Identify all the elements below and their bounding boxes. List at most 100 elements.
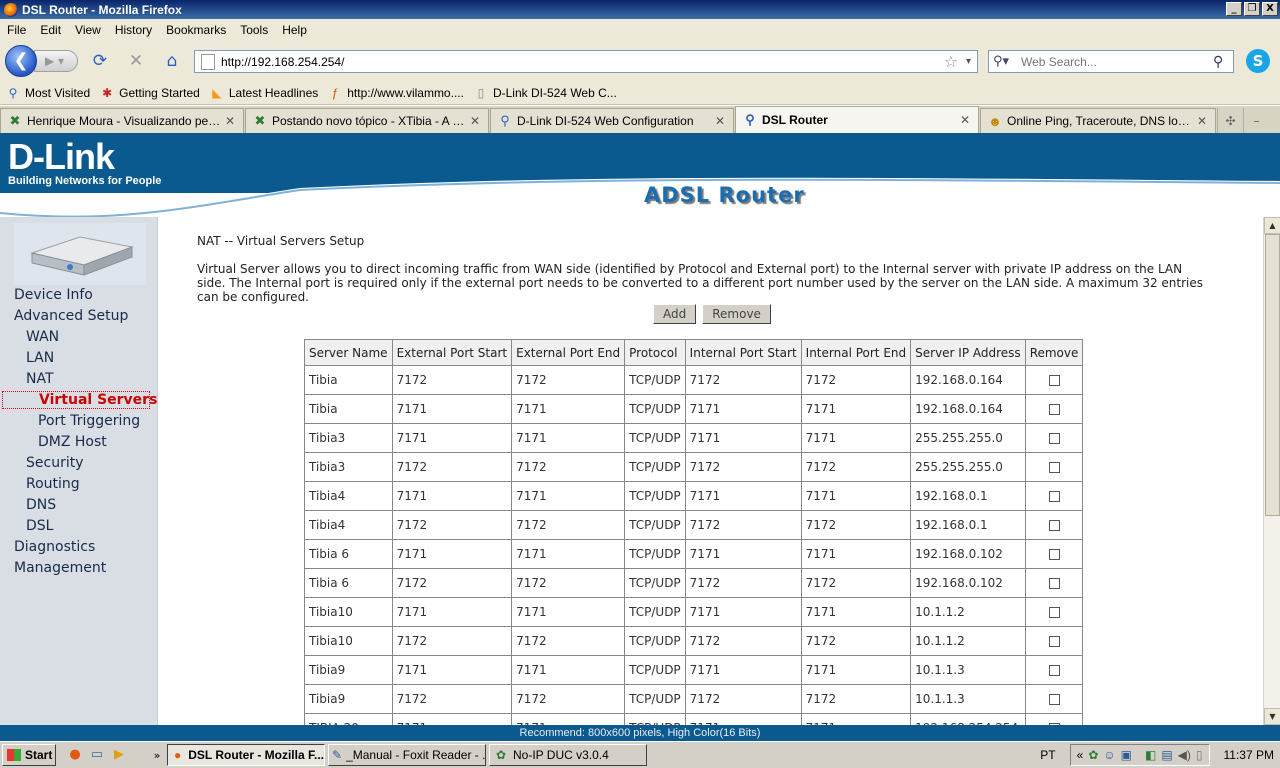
- quicklaunch-more-icon[interactable]: »: [150, 749, 164, 762]
- tray-misc-icon[interactable]: ▯: [1196, 748, 1203, 762]
- cell-external-port-end: 7172: [511, 510, 626, 540]
- tab-dsl-router[interactable]: ⚲ DSL Router ✕: [735, 106, 979, 133]
- remove-checkbox[interactable]: [1048, 520, 1060, 531]
- close-tab-icon[interactable]: ✕: [713, 114, 727, 128]
- remove-checkbox[interactable]: [1048, 607, 1060, 618]
- sidebar-item-port-triggering[interactable]: Port Triggering: [38, 413, 140, 429]
- sidebar-item-nat[interactable]: NAT: [26, 371, 54, 387]
- menu-tools[interactable]: Tools: [233, 23, 275, 37]
- stop-icon[interactable]: ✕: [126, 51, 146, 71]
- url-input[interactable]: [221, 54, 944, 69]
- remove-checkbox[interactable]: [1048, 404, 1060, 415]
- remove-checkbox[interactable]: [1048, 694, 1060, 705]
- maximize-button[interactable]: ❐: [1244, 2, 1260, 16]
- sidebar-item-management[interactable]: Management: [14, 560, 106, 576]
- scroll-thumb[interactable]: [1265, 234, 1280, 516]
- remove-checkbox[interactable]: [1048, 549, 1060, 560]
- menu-edit[interactable]: Edit: [33, 23, 68, 37]
- scroll-up-icon[interactable]: ▲: [1264, 217, 1280, 234]
- cell-remove: [1024, 626, 1084, 656]
- media-player-icon[interactable]: ▶: [110, 746, 128, 764]
- search-engine-icon[interactable]: ⚲▾: [989, 54, 1021, 69]
- menu-help[interactable]: Help: [275, 23, 314, 37]
- reload-icon[interactable]: ⟳: [90, 51, 110, 71]
- remove-checkbox[interactable]: [1048, 433, 1060, 444]
- remove-checkbox[interactable]: [1048, 578, 1060, 589]
- start-button[interactable]: Start: [2, 744, 56, 766]
- close-tab-icon[interactable]: ✕: [958, 113, 972, 127]
- sidebar-item-lan[interactable]: LAN: [26, 350, 54, 366]
- menu-history[interactable]: History: [108, 23, 159, 37]
- cell-external-port-start: 7171: [391, 655, 513, 685]
- sidebar-item-security[interactable]: Security: [26, 455, 84, 471]
- bookmark-getting-started[interactable]: ✱ Getting Started: [100, 86, 200, 100]
- language-indicator[interactable]: PT: [1040, 748, 1055, 762]
- back-button[interactable]: ❮: [5, 45, 37, 77]
- search-bar[interactable]: ⚲▾ ⚲: [988, 50, 1234, 73]
- bookmark-most-visited[interactable]: ⚲ Most Visited: [6, 86, 91, 100]
- noip-icon: ✿: [495, 748, 507, 762]
- scroll-down-icon[interactable]: ▼: [1264, 708, 1280, 725]
- sidebar-item-dns[interactable]: DNS: [26, 497, 56, 513]
- tab-henrique-moura[interactable]: ✖ Henrique Moura - Visualizando perfil -…: [0, 108, 244, 133]
- tray-security-icon[interactable]: ◧: [1145, 748, 1156, 762]
- firefox-quicklaunch-icon[interactable]: ●: [66, 746, 84, 764]
- main-content: NAT -- Virtual Servers Setup Virtual Ser…: [197, 234, 1257, 725]
- menu-view[interactable]: View: [68, 23, 108, 37]
- list-tabs-button[interactable]: ✣: [1217, 108, 1243, 133]
- tab-postando-topico[interactable]: ✖ Postando novo tópico - XTibia - A sua …: [245, 108, 489, 133]
- tab-online-ping[interactable]: ☻ Online Ping, Traceroute, DNS lookup, .…: [980, 108, 1216, 133]
- tray-volume-icon[interactable]: ◀): [1178, 748, 1191, 762]
- tray-network-icon[interactable]: ▣: [1121, 748, 1132, 762]
- close-tab-icon[interactable]: ✕: [468, 114, 482, 128]
- page-viewport: D-Link Building Networks for People ADSL…: [0, 133, 1280, 725]
- sidebar-item-diagnostics[interactable]: Diagnostics: [14, 539, 95, 555]
- bookmark-dlink-config[interactable]: ▯ D-Link DI-524 Web C...: [474, 86, 617, 100]
- cell-server-ip: 192.168.0.164: [910, 394, 1026, 424]
- menu-file[interactable]: File: [0, 23, 33, 37]
- remove-checkbox[interactable]: [1048, 462, 1060, 473]
- show-desktop-icon[interactable]: ▭: [88, 746, 106, 764]
- search-go-icon[interactable]: ⚲: [1213, 54, 1233, 70]
- sidebar-item-dmz-host[interactable]: DMZ Host: [38, 434, 107, 450]
- cell-protocol: TCP/UDP: [624, 423, 686, 453]
- task-noip-duc[interactable]: ✿ No-IP DUC v3.0.4: [489, 744, 647, 766]
- url-dropdown-icon[interactable]: ▾: [966, 56, 971, 67]
- skype-icon[interactable]: S: [1246, 49, 1270, 73]
- menu-bookmarks[interactable]: Bookmarks: [159, 23, 233, 37]
- close-tab-icon[interactable]: ✕: [1195, 114, 1209, 128]
- home-icon[interactable]: ⌂: [162, 51, 182, 71]
- close-button[interactable]: X: [1262, 2, 1278, 16]
- remove-checkbox[interactable]: [1048, 636, 1060, 647]
- sidebar-item-virtual-servers[interactable]: Virtual Servers: [2, 391, 157, 409]
- tray-expand-icon[interactable]: «: [1077, 748, 1084, 762]
- star-icon[interactable]: ☆: [944, 52, 958, 71]
- sidebar-item-routing[interactable]: Routing: [26, 476, 80, 492]
- forward-button[interactable]: ▶ ▾: [34, 50, 78, 72]
- search-input[interactable]: [1021, 54, 1213, 69]
- close-tab-icon[interactable]: ✕: [223, 114, 237, 128]
- cell-external-port-start: 7172: [391, 568, 513, 598]
- tab-dlink-config[interactable]: ⚲ D-Link DI-524 Web Configuration ✕: [490, 108, 734, 133]
- sidebar-item-advanced-setup[interactable]: Advanced Setup: [14, 308, 128, 324]
- remove-checkbox[interactable]: [1048, 375, 1060, 386]
- sidebar-item-device-info[interactable]: Device Info: [14, 287, 93, 303]
- tray-lan-icon[interactable]: ▤: [1161, 748, 1172, 762]
- remove-checkbox[interactable]: [1048, 665, 1060, 676]
- bookmark-latest-headlines[interactable]: ◣ Latest Headlines: [210, 86, 318, 100]
- cell-server-name: Tibia: [304, 394, 393, 424]
- sidebar-item-dsl[interactable]: DSL: [26, 518, 53, 534]
- minimize-button[interactable]: _: [1226, 2, 1242, 16]
- remove-button[interactable]: Remove: [702, 304, 771, 324]
- tabs-dropdown-button[interactable]: –: [1243, 108, 1269, 133]
- tray-noip-icon[interactable]: ✿: [1088, 748, 1098, 762]
- url-bar[interactable]: ☆ ▾: [194, 50, 978, 73]
- remove-checkbox[interactable]: [1048, 491, 1060, 502]
- task-foxit-reader[interactable]: ✎ _Manual - Foxit Reader - ...: [328, 744, 486, 766]
- page-scrollbar[interactable]: ▲ ▼: [1263, 217, 1280, 725]
- tray-users-icon[interactable]: ☺: [1103, 748, 1115, 762]
- bookmark-vilammo[interactable]: ƒ http://www.vilammo....: [328, 86, 464, 100]
- add-button[interactable]: Add: [653, 304, 697, 324]
- sidebar-item-wan[interactable]: WAN: [26, 329, 59, 345]
- task-firefox[interactable]: ● DSL Router - Mozilla F...: [167, 744, 325, 766]
